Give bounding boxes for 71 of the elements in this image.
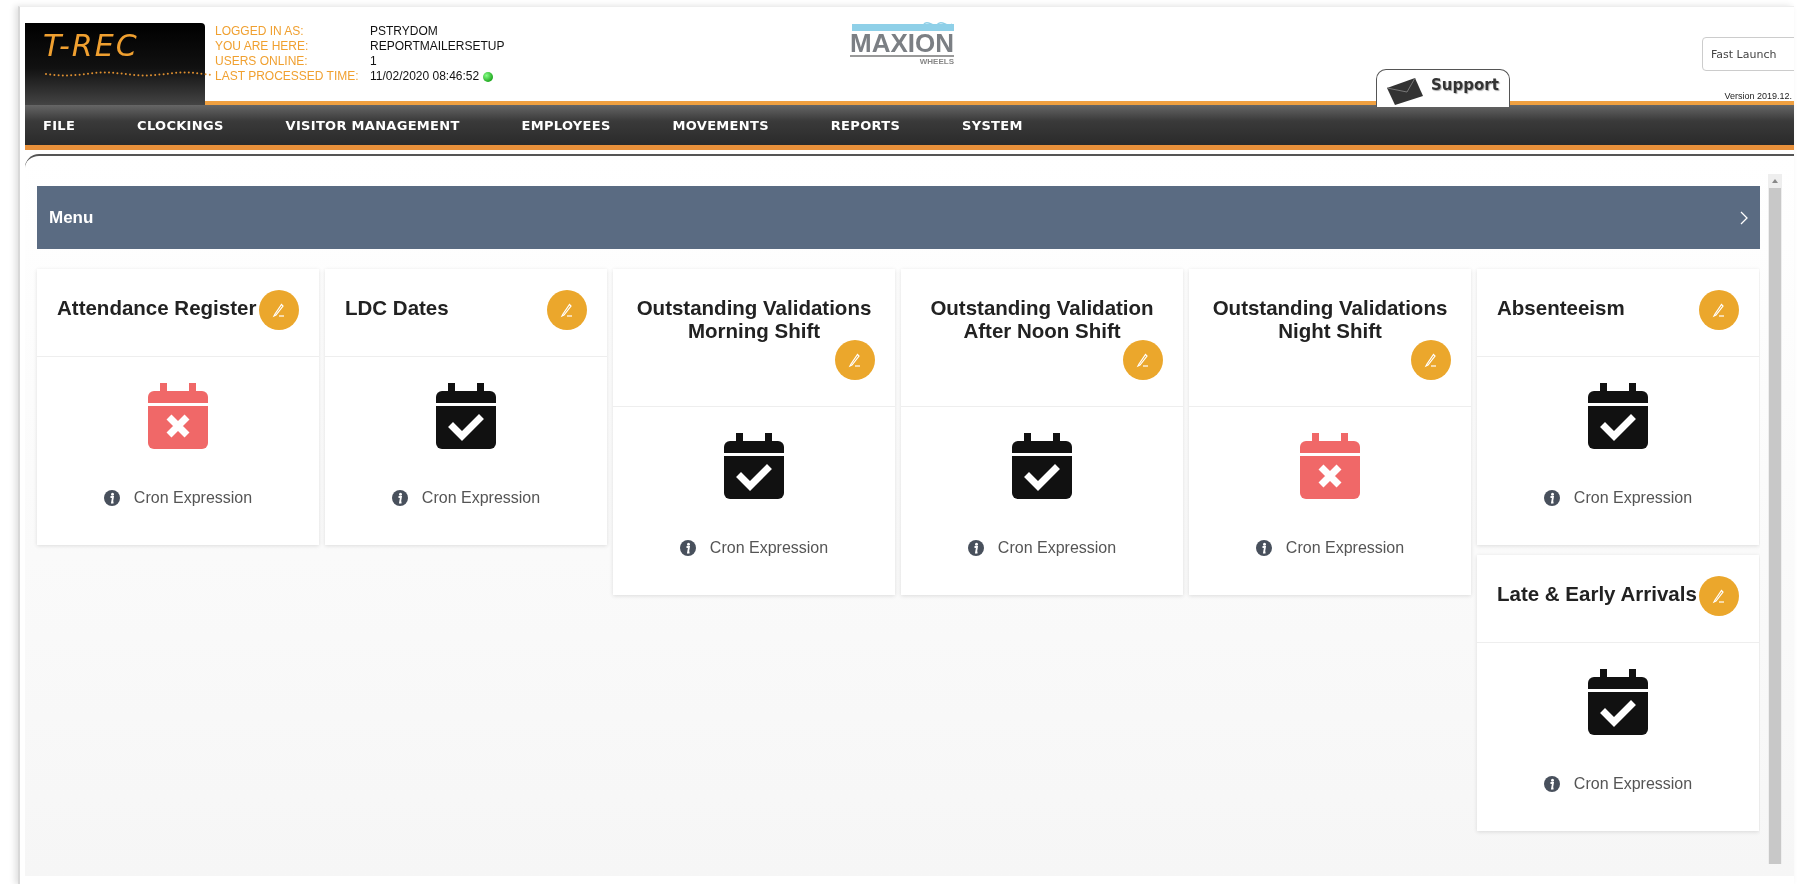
pencil-icon bbox=[1711, 302, 1727, 318]
company-logo-name: MAXION bbox=[850, 31, 954, 57]
pencil-icon bbox=[1423, 352, 1439, 368]
nav-menu-item[interactable]: VISITOR MANAGEMENT bbox=[285, 117, 460, 133]
version-label: Version 2019.12. bbox=[1724, 91, 1792, 101]
edit-button[interactable] bbox=[1123, 340, 1163, 380]
session-value: PSTRYDOM bbox=[370, 24, 438, 39]
edit-button[interactable] bbox=[547, 290, 587, 330]
session-value: REPORTMAILERSETUP bbox=[370, 39, 505, 54]
nav-menu-item[interactable]: REPORTS bbox=[830, 117, 901, 133]
menu-bar[interactable]: Menu bbox=[37, 186, 1760, 249]
info-icon bbox=[679, 540, 696, 556]
session-label: YOU ARE HERE: bbox=[215, 39, 310, 54]
card-title: Absenteeism bbox=[1497, 296, 1625, 319]
info-icon bbox=[1543, 776, 1560, 792]
calendar-cross-icon bbox=[1300, 433, 1360, 499]
chevron-right-icon[interactable] bbox=[1740, 210, 1748, 225]
card-title: Outstanding Validations Morning Shift bbox=[635, 296, 873, 342]
pencil-icon bbox=[847, 352, 863, 368]
envelope-icon bbox=[1385, 76, 1425, 106]
info-icon bbox=[967, 540, 984, 556]
info-icon bbox=[1255, 540, 1272, 556]
pencil-icon bbox=[1711, 588, 1727, 604]
cron-expression-label: Cron Expression bbox=[709, 539, 829, 557]
edit-button[interactable] bbox=[259, 290, 299, 330]
support-tab[interactable]: Support bbox=[1376, 69, 1510, 107]
calendar-check-icon bbox=[724, 433, 784, 499]
logo-swoosh-icon bbox=[43, 71, 213, 77]
info-icon bbox=[391, 490, 408, 506]
cron-expression-label: Cron Expression bbox=[133, 489, 253, 507]
session-value: 1 bbox=[370, 54, 377, 69]
calendar-check-icon bbox=[1588, 383, 1648, 449]
session-value: 11/02/2020 08:46:52 bbox=[370, 69, 480, 84]
edit-button[interactable] bbox=[1411, 340, 1451, 380]
cron-expression-label: Cron Expression bbox=[997, 539, 1117, 557]
calendar-check-icon bbox=[436, 383, 496, 449]
edit-button[interactable] bbox=[1699, 576, 1739, 616]
info-icon bbox=[103, 490, 120, 506]
pencil-icon bbox=[1135, 352, 1151, 368]
logo-text: T-REC bbox=[43, 31, 139, 61]
calendar-check-icon bbox=[1588, 669, 1648, 735]
cron-expression-label: Cron Expression bbox=[421, 489, 541, 507]
fast-launch-field[interactable]: Fast Launch bbox=[1702, 37, 1794, 71]
cron-expression-label: Cron Expression bbox=[1573, 489, 1693, 507]
pencil-icon bbox=[271, 302, 287, 318]
calendar-check-icon bbox=[1012, 433, 1072, 499]
cron-expression-label: Cron Expression bbox=[1285, 539, 1405, 557]
calendar-cross-icon bbox=[148, 383, 208, 449]
card-title: Attendance Register bbox=[57, 296, 257, 319]
menu-title: Menu bbox=[49, 207, 94, 228]
edit-button[interactable] bbox=[1699, 290, 1739, 330]
nav-menu-item[interactable]: FILE bbox=[43, 117, 76, 133]
pencil-icon bbox=[559, 302, 575, 318]
logo-loop-icon bbox=[852, 21, 954, 31]
session-label: LAST PROCESSED TIME: bbox=[215, 69, 360, 84]
status-dot bbox=[483, 71, 494, 82]
scrollbar[interactable] bbox=[1768, 174, 1782, 864]
nav-menu-item[interactable]: EMPLOYEES bbox=[521, 117, 611, 133]
session-label: LOGGED IN AS: bbox=[215, 24, 305, 39]
nav-menu-item[interactable]: SYSTEM bbox=[962, 117, 1023, 133]
cron-expression-label: Cron Expression bbox=[1573, 775, 1693, 793]
nav-menu-item[interactable]: CLOCKINGS bbox=[137, 117, 224, 133]
card-title: Outstanding Validations Night Shift bbox=[1211, 296, 1449, 342]
session-label: USERS ONLINE: bbox=[215, 54, 309, 69]
edit-button[interactable] bbox=[835, 340, 875, 380]
card-title: LDC Dates bbox=[345, 296, 449, 319]
info-icon bbox=[1543, 490, 1560, 506]
nav-menu-item[interactable]: MOVEMENTS bbox=[672, 117, 769, 133]
card-title: Late & Early Arrivals bbox=[1497, 582, 1697, 605]
card-title: Outstanding Validation After Noon Shift bbox=[929, 296, 1155, 342]
company-logo-tagline: WHEELS bbox=[919, 57, 954, 66]
